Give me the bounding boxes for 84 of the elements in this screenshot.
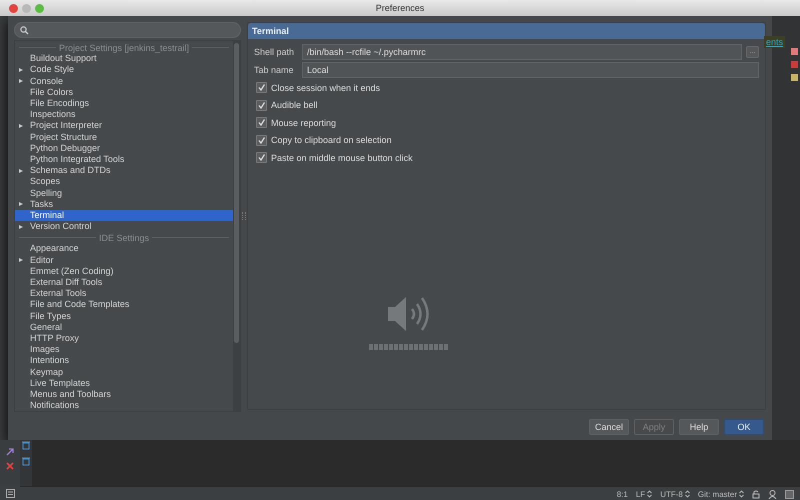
tree-item[interactable]: Spelling bbox=[15, 187, 233, 199]
tree-item[interactable]: Emmet (Zen Coding) bbox=[15, 266, 233, 277]
splitter-handle[interactable] bbox=[242, 212, 246, 220]
error-marker bbox=[791, 61, 798, 68]
trash-icon[interactable] bbox=[22, 440, 30, 450]
checkbox-label: Copy to clipboard on selection bbox=[271, 135, 392, 146]
tree-item[interactable]: Images bbox=[15, 344, 233, 356]
tree-item[interactable]: File and Code Templates bbox=[15, 299, 233, 310]
lock-icon[interactable] bbox=[752, 490, 760, 498]
person-icon[interactable] bbox=[768, 490, 777, 498]
search-icon bbox=[20, 26, 29, 34]
updown-icon[interactable] bbox=[739, 490, 744, 498]
pin-icon[interactable] bbox=[6, 448, 14, 456]
panel-icon[interactable] bbox=[6, 488, 14, 498]
tree-item[interactable]: Schemas and DTDs bbox=[15, 165, 233, 176]
scrollbar-thumb[interactable] bbox=[234, 43, 239, 343]
status-text[interactable]: 8:1 bbox=[616, 490, 628, 498]
close-button[interactable] bbox=[9, 4, 18, 12]
tree-item[interactable]: Live Templates bbox=[15, 378, 233, 389]
link-text[interactable]: ents bbox=[764, 36, 786, 48]
dialog-button[interactable]: Cancel bbox=[589, 419, 629, 435]
tree-item[interactable]: Version Control bbox=[15, 221, 233, 232]
warning-marker bbox=[791, 74, 798, 81]
expand-arrow-icon[interactable] bbox=[19, 124, 23, 128]
tree-item[interactable]: Scopes bbox=[15, 176, 233, 188]
trash-icon[interactable] bbox=[22, 456, 30, 466]
tree-item[interactable]: Tasks bbox=[15, 198, 233, 210]
tree-item[interactable]: Inspections bbox=[15, 109, 233, 120]
input-field[interactable]: Local bbox=[302, 62, 759, 78]
tree-item[interactable]: Code Style bbox=[15, 64, 233, 76]
tree-item[interactable]: External Diff Tools bbox=[15, 276, 233, 288]
dialog-button[interactable]: OK bbox=[724, 419, 764, 435]
expand-arrow-icon[interactable] bbox=[19, 258, 23, 262]
updown-icon[interactable] bbox=[647, 490, 652, 498]
section-header: Project Settings [jenkins_testrail] bbox=[58, 42, 190, 53]
checkbox-label: Audible bell bbox=[271, 100, 318, 110]
checkbox[interactable] bbox=[256, 100, 267, 111]
checkbox[interactable] bbox=[256, 152, 267, 164]
expand-arrow-icon[interactable] bbox=[19, 202, 23, 206]
speaker-icon bbox=[386, 294, 432, 334]
expand-arrow-icon[interactable] bbox=[19, 168, 23, 173]
updown-icon[interactable] bbox=[684, 490, 690, 498]
expand-arrow-icon[interactable] bbox=[19, 224, 23, 229]
tree-item[interactable]: File Colors bbox=[15, 86, 233, 98]
checkbox-label: Close session when it ends bbox=[271, 82, 380, 93]
tree-item[interactable]: Project Structure bbox=[15, 132, 233, 143]
tree-item[interactable]: Keymap bbox=[15, 366, 233, 378]
tree-item[interactable]: Python Debugger bbox=[15, 142, 233, 154]
expand-arrow-icon[interactable] bbox=[19, 68, 23, 72]
checkbox-label: Paste on middle mouse button click bbox=[271, 152, 413, 163]
tree-item[interactable]: Menus and Toolbars bbox=[15, 388, 233, 400]
checkbox[interactable] bbox=[256, 117, 267, 128]
tree-item[interactable]: HTTP Proxy bbox=[15, 332, 233, 344]
tree-item[interactable]: Python Integrated Tools bbox=[15, 154, 233, 166]
tree-item[interactable]: Intentions bbox=[15, 355, 233, 366]
tree-item[interactable]: Project Interpreter bbox=[15, 120, 233, 132]
section-header: IDE Settings bbox=[98, 232, 150, 243]
tree-item[interactable]: File Types bbox=[15, 310, 233, 322]
status-text[interactable]: Git: master bbox=[698, 490, 737, 498]
window-title: Preferences bbox=[376, 3, 424, 13]
expand-arrow-icon[interactable] bbox=[19, 79, 23, 84]
tree-item[interactable]: Console bbox=[15, 76, 233, 87]
checkbox[interactable] bbox=[256, 82, 267, 94]
tree-item[interactable]: External Tools bbox=[15, 288, 233, 300]
error-marker bbox=[791, 48, 798, 55]
input-field[interactable]: /bin/bash --rcfile ~/.pycharmrc bbox=[302, 44, 742, 60]
tree-item[interactable]: Editor bbox=[15, 254, 233, 266]
tree-item[interactable]: Appearance bbox=[15, 243, 233, 255]
close-icon[interactable] bbox=[6, 462, 14, 470]
checkbox-label: Mouse reporting bbox=[271, 118, 336, 128]
tree-item[interactable]: Notifications bbox=[15, 400, 233, 412]
tree-item[interactable]: General bbox=[15, 322, 233, 333]
status-text[interactable]: UTF-8 bbox=[660, 490, 683, 498]
tree-item[interactable]: Buildout Support bbox=[15, 53, 233, 64]
checkbox[interactable] bbox=[256, 134, 267, 146]
search-field[interactable] bbox=[14, 22, 241, 38]
field-label: Tab name bbox=[254, 65, 295, 75]
dialog-button[interactable]: Help bbox=[679, 419, 719, 435]
field-label: Shell path bbox=[254, 47, 296, 57]
status-text[interactable]: LF bbox=[636, 490, 646, 498]
tree-item[interactable]: Terminal bbox=[15, 210, 233, 221]
memory-icon[interactable] bbox=[785, 490, 794, 498]
panel-title: Terminal bbox=[248, 23, 765, 39]
tree-item[interactable]: File Encodings bbox=[15, 98, 233, 110]
